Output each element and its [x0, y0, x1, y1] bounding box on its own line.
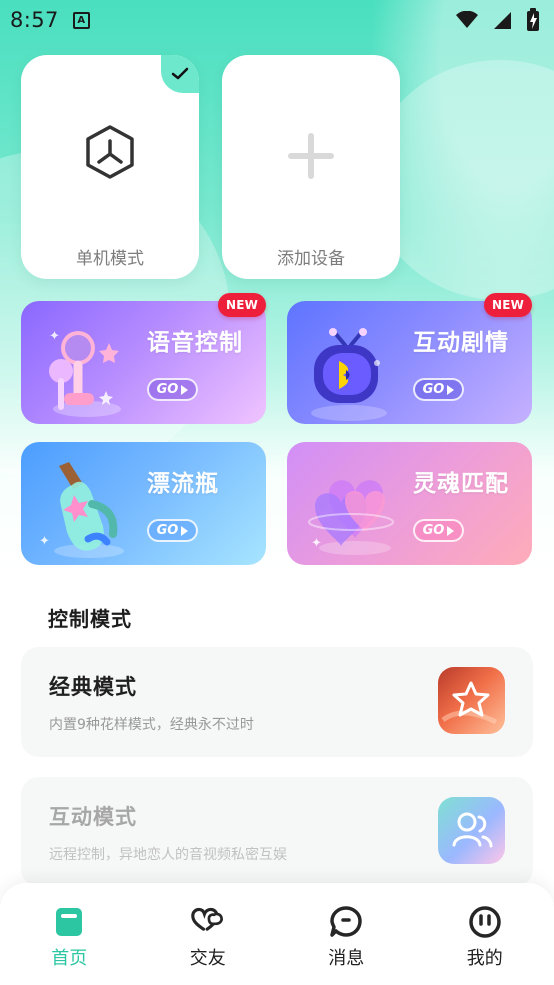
go-label: GO — [156, 382, 179, 397]
nav-label: 我的 — [466, 948, 503, 969]
status-bar: 8:57 A — [0, 0, 554, 40]
soul-match-card[interactable]: ✦ 灵魂匹配 GO — [287, 442, 532, 565]
home-icon — [52, 905, 86, 939]
device-label: 单机模式 — [76, 249, 144, 269]
feature-title: 漂流瓶 — [147, 471, 219, 497]
mode-title: 经典模式 — [49, 675, 137, 699]
nav-label: 首页 — [51, 948, 88, 969]
go-button[interactable]: GO — [413, 519, 464, 542]
classic-mode-card[interactable]: 经典模式 内置9种花样模式，经典永不过时 — [21, 647, 533, 757]
drift-bottle-card[interactable]: ✦ 漂流瓶 GO — [21, 442, 266, 565]
decorative-star-icon: ✦ — [311, 536, 322, 551]
signal-icon — [494, 12, 511, 29]
play-triangle-icon — [181, 384, 189, 395]
nav-item-home[interactable]: 首页 — [27, 905, 112, 970]
clock-time: 8:57 — [10, 8, 59, 32]
mode-description: 内置9种花样模式，经典永不过时 — [49, 717, 254, 733]
status-right — [456, 8, 540, 32]
interactive-mode-card[interactable]: 互动模式 远程控制，异地恋人的音视频私密互娱 — [21, 777, 533, 887]
go-label: GO — [422, 523, 445, 538]
drift-bottle-background: ✦ 漂流瓶 GO — [21, 442, 266, 565]
users-thumbnail-icon — [438, 797, 505, 864]
nav-item-messages[interactable]: 消息 — [304, 905, 389, 970]
star-icon — [441, 681, 498, 725]
go-label: GO — [156, 523, 179, 538]
star-thumbnail-icon — [438, 667, 505, 734]
voice-control-card[interactable]: ✦ 语音控制 GO NEW — [21, 293, 266, 424]
nav-item-friends[interactable]: 交友 — [165, 905, 250, 970]
play-triangle-icon — [181, 525, 189, 536]
a-notification-icon: A — [72, 11, 90, 29]
interactive-story-card[interactable]: 互动剧情 GO NEW — [287, 293, 532, 424]
interactive-story-background: 互动剧情 GO — [287, 301, 532, 424]
selected-check-badge — [161, 55, 199, 93]
tv-play-illustration-icon — [311, 328, 387, 421]
play-triangle-icon — [447, 525, 455, 536]
decorative-star-icon: ✦ — [39, 534, 50, 549]
bottom-navigation: 首页 交友 消息 我的 — [0, 883, 554, 985]
add-device-card[interactable]: 添加设备 — [222, 55, 400, 279]
home-screen: 8:57 A 单机模式 添加设备 ✦ 语音控制 GO NEW 互动剧情 GO N… — [0, 0, 554, 985]
soul-match-background: ✦ 灵魂匹配 GO — [287, 442, 532, 565]
friends-icon — [190, 905, 225, 939]
feature-title: 灵魂匹配 — [413, 471, 509, 497]
go-label: GO — [422, 382, 445, 397]
voice-control-background: ✦ 语音控制 GO — [21, 301, 266, 424]
go-button[interactable]: GO — [147, 378, 198, 401]
hexagon-mode-icon — [86, 125, 134, 179]
device-card-standalone[interactable]: 单机模式 — [21, 55, 199, 279]
message-icon — [329, 905, 363, 939]
new-badge: NEW — [484, 293, 532, 317]
play-triangle-icon — [447, 384, 455, 395]
wifi-icon — [456, 11, 478, 28]
plus-icon — [288, 133, 334, 179]
nav-label: 交友 — [189, 948, 226, 969]
device-label: 添加设备 — [277, 249, 345, 269]
battery-charging-icon — [527, 8, 539, 31]
feature-title: 语音控制 — [147, 330, 243, 356]
users-icon — [452, 812, 493, 848]
nav-item-profile[interactable]: 我的 — [442, 905, 527, 970]
profile-icon — [468, 905, 502, 939]
mode-description: 远程控制，异地恋人的音视频私密互娱 — [49, 847, 287, 863]
decorative-star-icon: ✦ — [49, 329, 60, 344]
check-icon — [171, 67, 189, 80]
feature-title: 互动剧情 — [413, 330, 509, 356]
status-left: 8:57 A — [10, 8, 90, 32]
go-button[interactable]: GO — [413, 378, 464, 401]
go-button[interactable]: GO — [147, 519, 198, 542]
drift-bottle-illustration-icon — [54, 462, 124, 558]
new-badge: NEW — [218, 293, 266, 317]
mode-title: 互动模式 — [49, 805, 137, 829]
nav-label: 消息 — [328, 948, 365, 969]
control-mode-section-title: 控制模式 — [48, 607, 132, 631]
